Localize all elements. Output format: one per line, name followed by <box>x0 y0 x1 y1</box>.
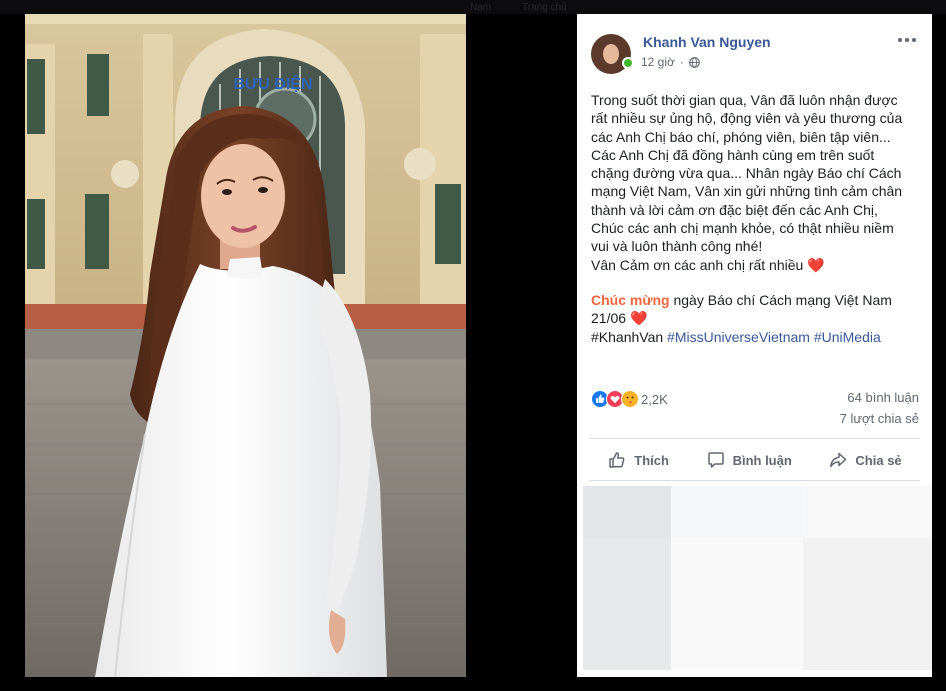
post-line: rất nhiều sự ủng hộ, động viên và yêu th… <box>591 110 903 127</box>
more-dot <box>905 38 909 42</box>
comment-label: Bình luận <box>732 452 792 468</box>
reactions-count[interactable]: 2,2K <box>641 392 668 407</box>
like-button[interactable]: Thích <box>607 450 669 470</box>
blurred-comment-area <box>671 486 803 538</box>
blurred-comment-area <box>671 538 803 670</box>
post-line: thành và lời cảm ơn đặc biệt đến các Anh… <box>591 201 878 218</box>
post-line: vui và luôn thành công nhé! <box>591 238 763 255</box>
photo-illustration: BƯU ĐIỆN <box>25 14 466 677</box>
hashtag-unimedia[interactable]: #UniMedia <box>810 329 881 345</box>
more-dot <box>898 38 902 42</box>
online-status-icon <box>622 57 634 69</box>
meta-separator: · <box>679 55 684 69</box>
top-navigation-bar: Nam Trang chủ <box>0 0 946 14</box>
post-line-thanks: Vân Cảm ơn các anh chị rất nhiều ❤️ <box>591 256 921 274</box>
sign-text: BƯU ĐIỆN <box>233 74 312 93</box>
nav-item-home[interactable]: Trang chủ <box>522 2 567 13</box>
blurred-comment-area <box>583 486 671 538</box>
reactions-summary[interactable]: 2,2K <box>591 390 668 408</box>
post-body: Trong suốt thời gian qua, Vân đã luôn nh… <box>591 91 921 346</box>
thumbs-up-icon <box>609 452 625 468</box>
like-label: Thích <box>634 452 669 468</box>
post-time[interactable]: 12 giờ <box>641 55 675 69</box>
shares-count[interactable]: 7 lượt chia sẻ <box>840 411 919 426</box>
share-button[interactable]: Chia sẻ <box>828 450 902 470</box>
post-actions: Thích Bình luận Chia sẻ <box>589 442 920 478</box>
reaction-icons <box>591 390 639 408</box>
share-icon <box>830 452 847 468</box>
more-options-button[interactable] <box>896 32 918 48</box>
heart-icon: ❤️ <box>807 256 825 273</box>
post-line: Các Anh Chị đã đồng hành cùng em trên su… <box>591 146 875 163</box>
hashtag-line: #KhanhVan #MissUniverseVietnam #UniMedia <box>591 328 921 346</box>
comment-icon <box>707 452 724 468</box>
date-text: 21/06 <box>591 310 627 327</box>
post-line: Chúc các anh chị mạnh khỏe, có thật nhiề… <box>591 220 894 237</box>
greeting-highlight: Chúc mừng <box>591 291 670 308</box>
thanks-text: Vân Cảm ơn các anh chị rất nhiều <box>591 256 804 273</box>
greeting-rest: ngày Báo chí Cách mạng Việt Nam <box>669 291 892 308</box>
post-panel: Khanh Van Nguyen 12 giờ · Trong suốt thờ… <box>577 14 932 677</box>
hashtag-missuniversevietnam[interactable]: #MissUniverseVietnam <box>663 329 810 345</box>
divider <box>589 438 920 439</box>
avatar-face <box>603 44 619 64</box>
comments-count[interactable]: 64 bình luận <box>847 390 919 405</box>
more-dot <box>912 38 916 42</box>
post-line: mạng Việt Nam, Vân xin gửi những tình cả… <box>591 183 903 200</box>
date-line: 21/06 ❤️ <box>591 309 921 327</box>
post-line: các Anh Chị báo chí, phóng viên, biên tậ… <box>591 128 891 145</box>
post-meta: 12 giờ · <box>641 55 700 69</box>
author-name[interactable]: Khanh Van Nguyen <box>643 34 771 50</box>
blurred-comment-area <box>583 538 671 670</box>
comment-button[interactable]: Bình luận <box>706 450 792 470</box>
hashtag-khanhvan[interactable]: #KhanhVan <box>591 329 663 345</box>
divider <box>589 480 920 481</box>
heart-icon: ❤️ <box>629 310 648 327</box>
post-photo[interactable]: BƯU ĐIỆN <box>25 14 466 677</box>
share-label: Chia sẻ <box>855 452 902 468</box>
nav-item-profile[interactable]: Nam <box>470 2 491 13</box>
globe-icon[interactable] <box>689 56 700 68</box>
greeting-line: Chúc mừng ngày Báo chí Cách mạng Việt Na… <box>591 291 921 309</box>
post-line: chặng đường vừa qua... Nhân ngày Báo chí… <box>591 165 902 182</box>
blurred-comment-area <box>803 486 932 538</box>
blurred-comment-area <box>803 538 932 670</box>
care-reaction-icon <box>621 390 639 408</box>
post-line: Trong suốt thời gian qua, Vân đã luôn nh… <box>591 92 898 108</box>
